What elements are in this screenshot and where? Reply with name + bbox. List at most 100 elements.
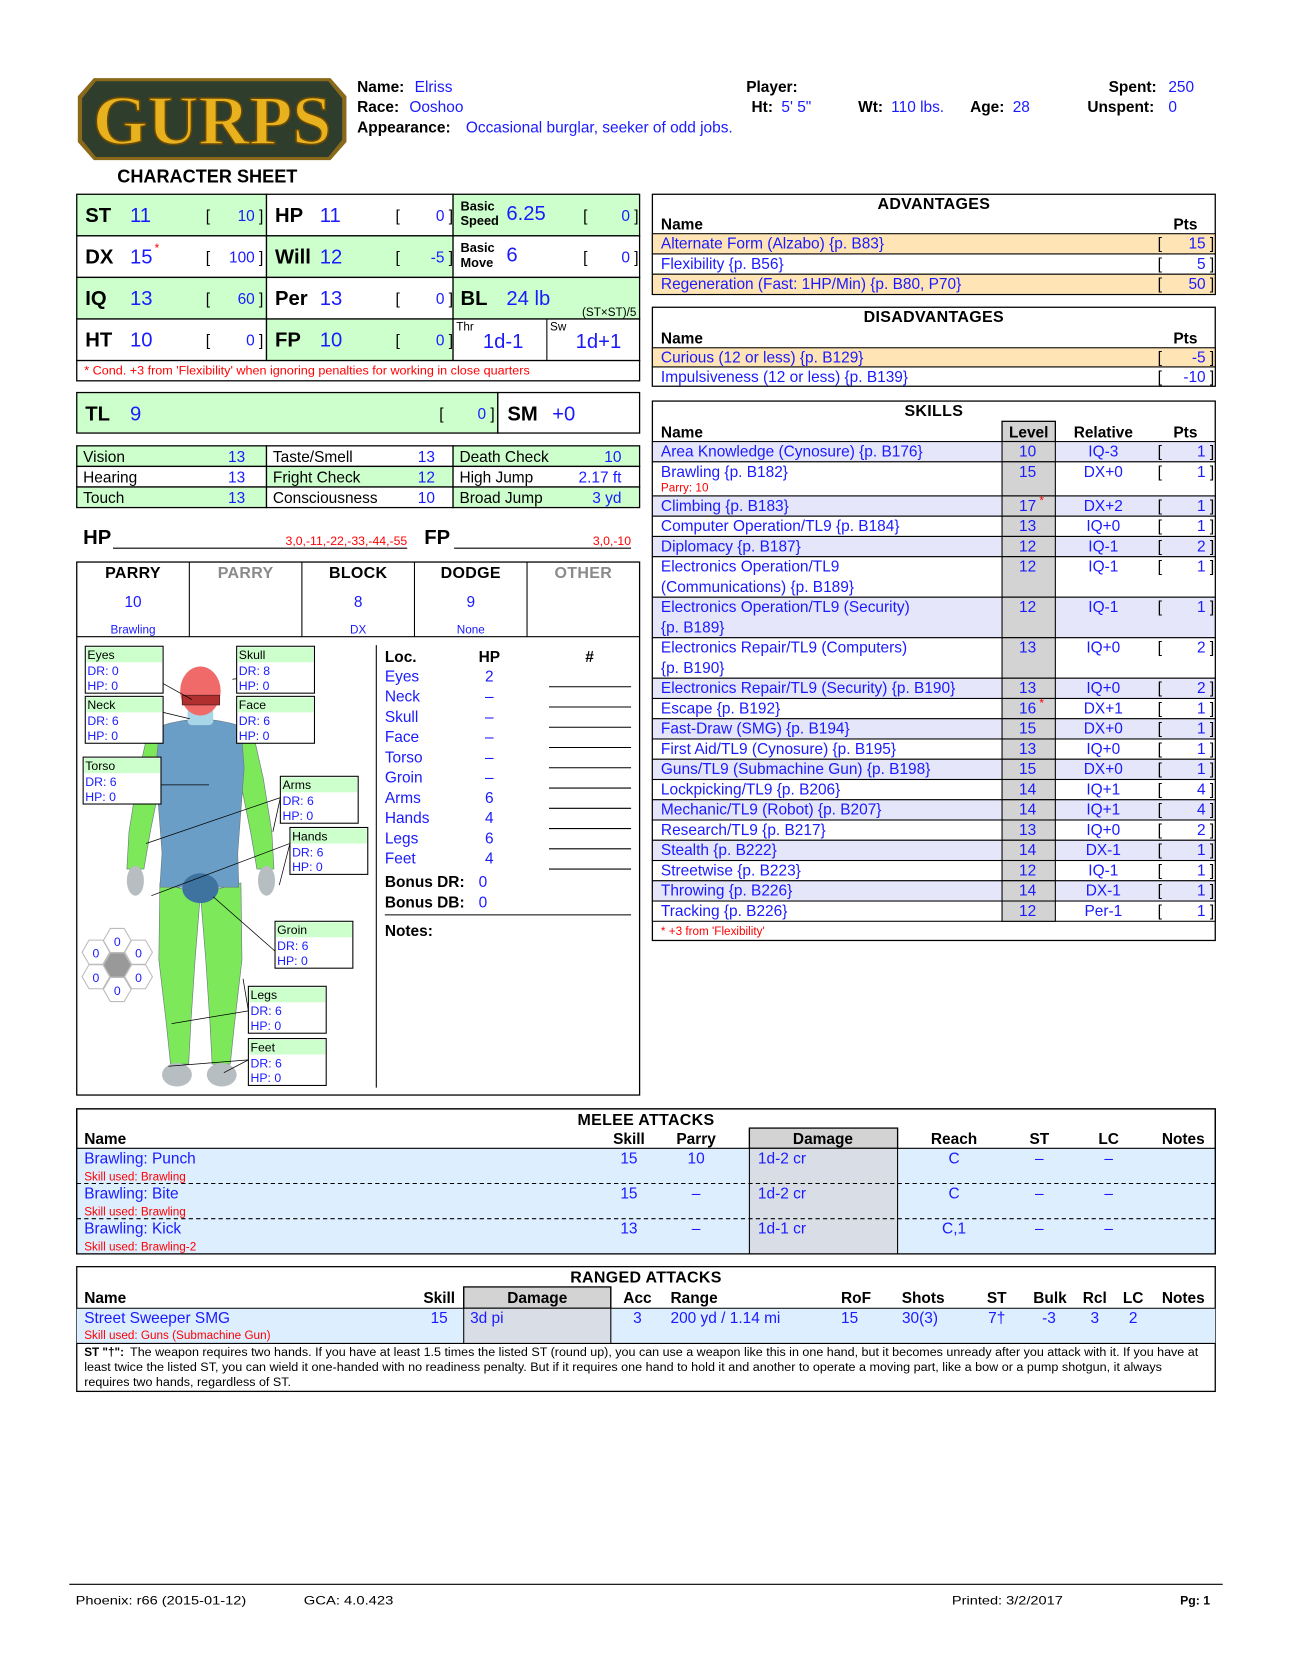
skill-row[interactable]: Stealth {p. B222} 14 DX-1 [1] bbox=[651, 839, 1216, 862]
attr-value-dx[interactable]: 15 bbox=[130, 247, 153, 269]
hp-value: 0 bbox=[316, 860, 323, 874]
hand[interactable] bbox=[257, 865, 276, 896]
location-box-legs[interactable]: Legs DR: 6HP: 0 bbox=[247, 985, 327, 1034]
ranged-header-skill: Skill bbox=[423, 1290, 455, 1307]
bonus-dr-label: Bonus DR: bbox=[385, 874, 465, 891]
skill-name: Brawling {p. B182} bbox=[661, 464, 788, 481]
bracket: ] bbox=[1210, 700, 1214, 717]
hit-location-hp: 2 bbox=[485, 668, 494, 685]
location-hp: HP: 0 bbox=[277, 954, 308, 968]
melee-title: MELEE ATTACKS bbox=[577, 1112, 714, 1129]
dr-label: DR: bbox=[239, 664, 264, 678]
eyes[interactable] bbox=[181, 694, 221, 706]
melee-attack-row[interactable]: Brawling: Punch Skill used: Brawling 15 10 1… bbox=[76, 1148, 1216, 1184]
attr-label-bl: BL bbox=[461, 288, 488, 310]
bracket: [ bbox=[1158, 276, 1163, 293]
skill-name: Mechanic/TL9 (Robot) {p. B207} bbox=[661, 802, 882, 819]
attr-value-st[interactable]: 11 bbox=[130, 205, 151, 227]
age-value[interactable]: 28 bbox=[1013, 99, 1030, 116]
skill-level: 12 bbox=[1019, 862, 1036, 879]
skill-row[interactable]: Throwing {p. B226} 14 DX-1 [1] bbox=[651, 880, 1216, 902]
bracket: [ bbox=[1158, 256, 1163, 273]
location-box-neck[interactable]: Neck DR: 6HP: 0 bbox=[84, 695, 164, 744]
tl-value[interactable]: 9 bbox=[130, 403, 141, 425]
notes-label: Notes: bbox=[385, 923, 433, 940]
hp-label: HP: bbox=[239, 679, 263, 693]
bracket: [ bbox=[206, 249, 211, 266]
skill-row[interactable]: First Aid/TL9 (Cynosure) {p. B195} 13 IQ+0… bbox=[651, 738, 1216, 760]
skill-row[interactable]: Electronics Operation/TL9 (Security) {p. … bbox=[651, 596, 1216, 639]
hand[interactable] bbox=[126, 865, 144, 896]
skill-row[interactable]: Electronics Operation/TL9 (Communications… bbox=[651, 556, 1216, 598]
head[interactable] bbox=[180, 666, 221, 716]
character-name[interactable]: Elriss bbox=[415, 79, 453, 96]
advantage-row[interactable]: Alternate Form (Alzabo) {p. B83} [15] bbox=[651, 233, 1216, 255]
skill-row[interactable]: Computer Operation/TL9 {p. B184} 13 IQ+0 [1… bbox=[651, 515, 1216, 537]
bracket: ] bbox=[1210, 369, 1214, 386]
skill-row[interactable]: Electronics Repair/TL9 (Computers) {p. B1… bbox=[651, 637, 1216, 679]
location-box-arms[interactable]: Arms DR: 6HP: 0 bbox=[279, 775, 359, 824]
hp-value: 0 bbox=[274, 1019, 281, 1033]
skill-row[interactable]: Fast-Draw (SMG) {p. B194} 15 DX+0 [1] bbox=[651, 718, 1216, 740]
groin[interactable] bbox=[182, 873, 219, 904]
melee-header-reach: Reach bbox=[931, 1131, 977, 1148]
skill-row[interactable]: Tracking {p. B226} 12 Per-1 [1] bbox=[651, 900, 1216, 922]
sm-value[interactable]: +0 bbox=[552, 403, 575, 425]
hex-db-value: 0 bbox=[114, 935, 121, 949]
skill-name: Electronics Operation/TL9 (Security) bbox=[661, 599, 910, 616]
melee-attack-row[interactable]: Brawling: Kick Skill used: Brawling-2 13 – 1… bbox=[76, 1218, 1216, 1254]
bracket: ] bbox=[1210, 236, 1214, 253]
attr-value-hp[interactable]: 11 bbox=[320, 205, 341, 227]
bracket: [ bbox=[1158, 822, 1163, 839]
skill-level: 10 bbox=[1019, 444, 1036, 461]
character-race[interactable]: Ooshoo bbox=[409, 99, 463, 116]
torso[interactable] bbox=[155, 718, 245, 888]
character-appearance[interactable]: Occasional burglar, seeker of odd jobs. bbox=[466, 119, 733, 136]
melee-attack-row[interactable]: Brawling: Bite Skill used: Brawling 15 – 1d-… bbox=[76, 1183, 1216, 1219]
attr-value-fp[interactable]: 10 bbox=[320, 330, 343, 352]
ranged-header-notes: Notes bbox=[1162, 1290, 1205, 1307]
location-box-eyes[interactable]: Eyes DR: 0HP: 0 bbox=[84, 645, 164, 694]
hp-value: 0 bbox=[301, 954, 308, 968]
attr-value-speed[interactable]: 6.25 bbox=[506, 203, 545, 225]
attr-value-will[interactable]: 12 bbox=[320, 247, 343, 269]
advantage-row[interactable]: Flexibility {p. B56} [5] bbox=[651, 253, 1216, 275]
hit-location-name: Skull bbox=[385, 709, 418, 726]
height-value[interactable]: 5' 5" bbox=[781, 99, 811, 116]
defense-value[interactable]: 10 bbox=[124, 594, 141, 611]
disadvantage-row[interactable]: Curious (12 or less) {p. B129} [-5] bbox=[651, 347, 1216, 368]
skill-row[interactable]: Guns/TL9 (Submachine Gun) {p. B198} 15 DX+… bbox=[651, 758, 1216, 781]
weight-value[interactable]: 110 lbs. bbox=[891, 99, 944, 116]
attr-value-move[interactable]: 6 bbox=[506, 244, 517, 266]
foot[interactable] bbox=[162, 1063, 192, 1087]
defense-value[interactable]: 8 bbox=[354, 594, 363, 611]
location-box-face[interactable]: Face DR: 6HP: 0 bbox=[236, 695, 316, 744]
ranged-attack-row[interactable]: Street Sweeper SMG Skill used: Guns (Subm… bbox=[76, 1308, 1216, 1344]
location-box-hands[interactable]: Hands DR: 6HP: 0 bbox=[289, 826, 369, 875]
skill-row[interactable]: Research/TL9 {p. B217} 13 IQ+0 [2] bbox=[651, 819, 1216, 841]
skill-row[interactable]: Diplomacy {p. B187} 12 IQ-1 [2] bbox=[651, 535, 1216, 558]
skill-points: 1 bbox=[1197, 464, 1206, 481]
defense-value[interactable]: 9 bbox=[466, 594, 475, 611]
skill-row[interactable]: Area Knowledge (Cynosure) {p. B176} 10 IQ-… bbox=[651, 441, 1216, 463]
bracket: ] bbox=[1210, 781, 1214, 798]
pts-header: Pts bbox=[1173, 331, 1197, 348]
attr-value-iq[interactable]: 13 bbox=[130, 288, 153, 310]
attr-value-ht[interactable]: 10 bbox=[130, 330, 153, 352]
foot[interactable] bbox=[206, 1063, 237, 1087]
location-box-groin[interactable]: Groin DR: 6HP: 0 bbox=[274, 920, 354, 969]
attr-label-basic: Basic bbox=[461, 240, 495, 255]
skill-row[interactable]: Escape {p. B192} 16 * DX+1 [1] bbox=[651, 697, 1216, 720]
location-box-torso[interactable]: Torso DR: 6HP: 0 bbox=[82, 756, 162, 805]
skill-row[interactable]: Mechanic/TL9 (Robot) {p. B207} 14 IQ+1 [4] bbox=[651, 799, 1216, 821]
location-box-feet[interactable]: Feet DR: 6HP: 0 bbox=[247, 1038, 327, 1086]
disadvantage-row[interactable]: Impulsiveness (12 or less) {p. B139} [-10… bbox=[651, 366, 1216, 387]
skill-row[interactable]: Brawling {p. B182}Parry: 10 15 DX+0 [1] bbox=[651, 461, 1216, 497]
location-box-skull[interactable]: Skull DR: 8HP: 0 bbox=[236, 645, 316, 694]
attr-value-per[interactable]: 13 bbox=[320, 288, 343, 310]
skill-row[interactable]: Streetwise {p. B223} 12 IQ-1 [1] bbox=[651, 859, 1216, 882]
skill-row[interactable]: Electronics Repair/TL9 (Security) {p. B1… bbox=[651, 677, 1216, 700]
advantage-row[interactable]: Regeneration (Fast: 1HP/Min) {p. B80, P7… bbox=[651, 273, 1216, 296]
skill-row[interactable]: Climbing {p. B183} 17 * DX+2 [1] bbox=[651, 494, 1216, 517]
skill-row[interactable]: Lockpicking/TL9 {p. B206} 14 IQ+1 [4] bbox=[651, 778, 1216, 801]
